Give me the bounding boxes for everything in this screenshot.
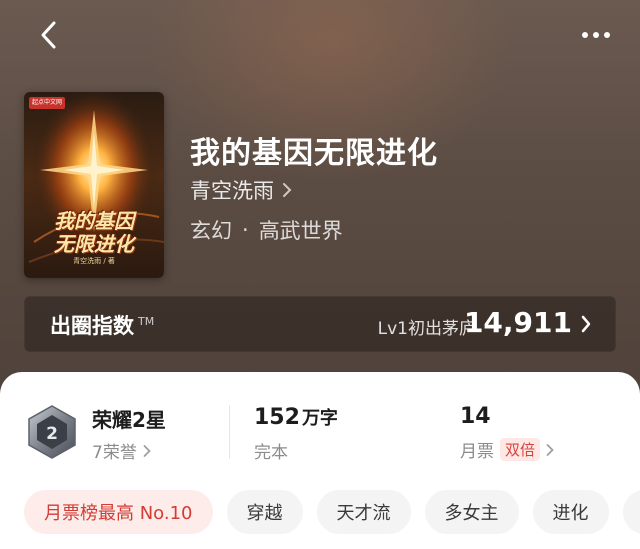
popularity-index-bar[interactable]: 出圈指数 TM Lv1初出茅庐 14,911 <box>24 296 616 352</box>
cover-publisher-badge: 起点中文网 <box>29 97 66 109</box>
popularity-level: Lv1初出茅庐 <box>377 319 476 339</box>
tag-list: 月票榜最高 No.10 穿越 天才流 多女主 进化 <box>24 490 640 536</box>
book-title: 我的基因无限进化 <box>190 136 438 171</box>
cover-title: 我的基因 无限进化 <box>30 210 158 256</box>
cover-title-line-2: 无限进化 <box>54 232 134 256</box>
more-dots-icon <box>582 32 610 38</box>
monthly-ticket-subtitle: 月票 双倍 <box>460 437 554 462</box>
tag-ranking[interactable]: 月票榜最高 No.10 <box>24 490 213 534</box>
tag-item[interactable]: 天才流 <box>316 490 411 534</box>
author-name: 青空洗雨 <box>190 179 274 203</box>
popularity-index-title: 出圈指数 TM <box>50 310 154 340</box>
subgenre-label[interactable]: 高武世界 <box>259 215 343 245</box>
cover-title-line-1: 我的基因 <box>54 209 134 233</box>
genre-row: 玄幻 · 高武世界 <box>190 216 343 244</box>
popularity-index-value: 14,911 <box>463 306 572 339</box>
chevron-right-icon <box>143 444 151 457</box>
tag-item[interactable]: 多女主 <box>424 490 519 534</box>
honor-medal-number: 2 <box>46 424 58 444</box>
word-count-unit: 万字 <box>301 408 338 429</box>
completion-status: 完本 <box>254 443 288 463</box>
chevron-right-icon <box>283 183 292 197</box>
author-link[interactable]: 青空洗雨 <box>190 176 292 204</box>
monthly-ticket-value: 14 <box>460 404 491 429</box>
chevron-right-icon <box>581 315 591 333</box>
monthly-ticket-label: 月票 <box>460 442 494 462</box>
word-count-stat: 152 万字 完本 <box>254 404 338 463</box>
more-options-button[interactable] <box>568 12 624 58</box>
trademark-mark: TM <box>138 315 155 328</box>
chevron-right-icon <box>546 443 554 456</box>
chevron-left-icon <box>41 21 56 49</box>
book-cover[interactable]: 起点中文网 我的基因 无限进化 青空洗雨 / 著 <box>24 92 164 278</box>
top-bar <box>0 0 640 70</box>
stats-divider <box>229 405 230 459</box>
honor-title: 荣耀2星 <box>92 408 166 432</box>
tag-item[interactable]: 进化 <box>532 490 609 534</box>
word-count-value: 152 <box>254 405 300 430</box>
honor-stat[interactable]: 2 荣耀2星 7荣誉 <box>26 404 226 464</box>
tag-item-partial[interactable] <box>622 490 640 534</box>
tag-item[interactable]: 穿越 <box>226 490 303 534</box>
monthly-ticket-stat[interactable]: 14 月票 双倍 <box>460 404 554 462</box>
honor-count: 7荣誉 <box>92 443 137 463</box>
genre-separator: · <box>242 218 249 242</box>
back-button[interactable] <box>24 12 74 58</box>
popularity-index-label: 出圈指数 <box>50 314 134 338</box>
genre-label[interactable]: 玄幻 <box>190 215 232 245</box>
honor-subtitle: 7荣誉 <box>92 438 151 463</box>
cover-author: 青空洗雨 / 著 <box>73 257 115 265</box>
double-ticket-badge: 双倍 <box>500 438 541 461</box>
honor-medal-icon: 2 <box>28 405 76 459</box>
